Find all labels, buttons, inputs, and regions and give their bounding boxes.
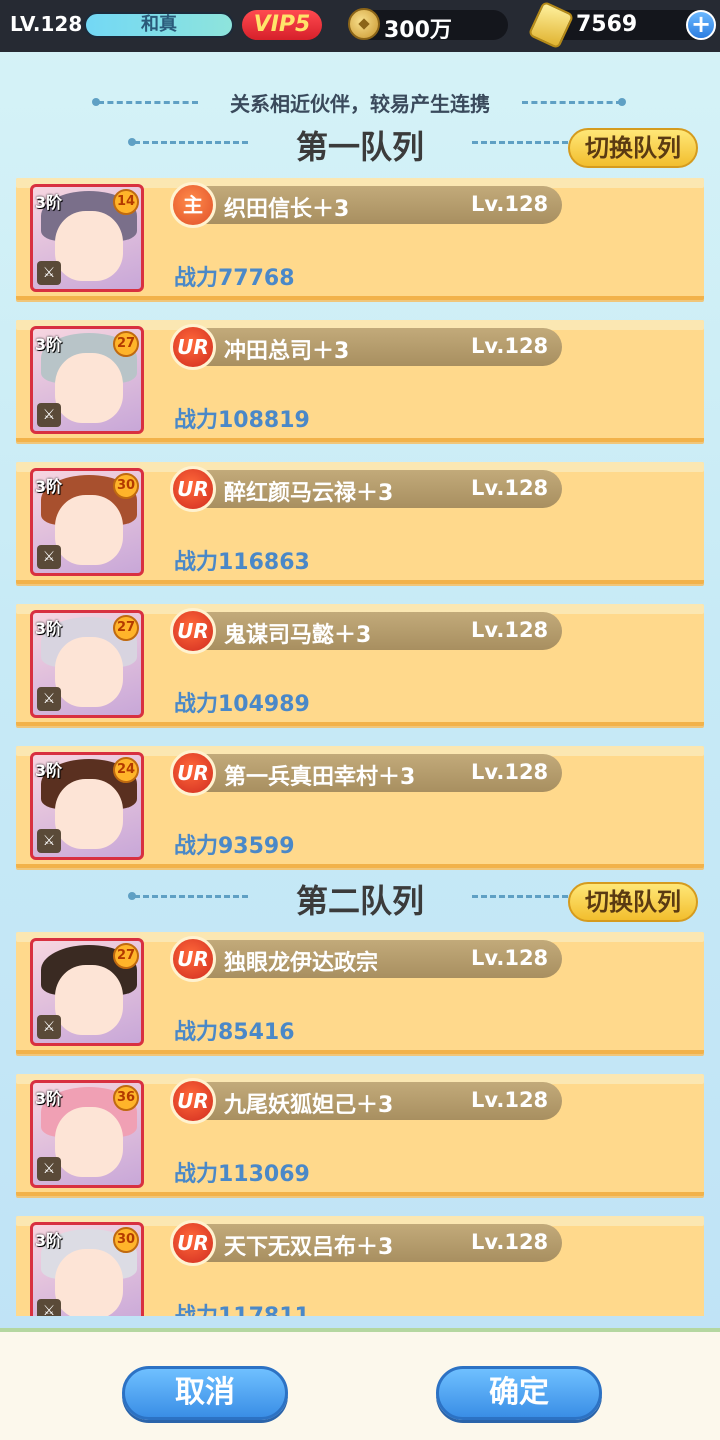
tier-badge: 3阶 xyxy=(35,335,63,354)
hero-card[interactable]: 3阶 36 ⚔ UR 九尾妖狐妲己＋3 Lv.128 战力113069 xyxy=(16,1074,704,1196)
hero-face xyxy=(55,211,123,281)
combat-power: 战力104989 xyxy=(174,692,310,717)
add-gold-button[interactable]: + xyxy=(686,10,716,40)
hero-name: 醉红颜马云禄＋3 xyxy=(224,481,394,506)
combat-power: 战力77768 xyxy=(174,266,295,291)
coin-icon xyxy=(348,8,380,40)
hero-portrait[interactable]: 3阶 27 ⚔ xyxy=(30,326,144,434)
hero-face xyxy=(55,495,123,565)
weapon-icon: ⚔ xyxy=(37,403,61,427)
top-status-bar: LV.128 和真 VIP5 300万 7569 + xyxy=(0,0,720,52)
hero-name: 织田信长＋3 xyxy=(224,197,350,222)
hero-portrait[interactable]: 3阶 27 ⚔ xyxy=(30,610,144,718)
confirm-button[interactable]: 确定 xyxy=(436,1366,602,1420)
star-level-badge: 27 xyxy=(113,615,139,641)
rank-badge: UR xyxy=(170,1220,216,1266)
weapon-icon: ⚔ xyxy=(37,261,61,285)
hero-portrait[interactable]: 3阶 14 ⚔ xyxy=(30,184,144,292)
star-level-badge: 27 xyxy=(113,943,139,969)
hero-level: Lv.128 xyxy=(471,946,549,970)
rank-badge: UR xyxy=(170,324,216,370)
switch-team2-button[interactable]: 切换队列 xyxy=(568,882,698,922)
star-level-badge: 30 xyxy=(113,473,139,499)
hero-card[interactable]: 3阶 27 ⚔ UR 冲田总司＋3 Lv.128 战力108819 xyxy=(16,320,704,442)
gold-ingot-icon xyxy=(527,0,575,50)
hero-card[interactable]: 3阶 30 ⚔ UR 天下无双吕布＋3 Lv.128 战力117811 xyxy=(16,1216,704,1316)
hero-card[interactable]: 3阶 30 ⚔ UR 醉红颜马云禄＋3 Lv.128 战力116863 xyxy=(16,462,704,584)
bottom-action-bar: 取消 确定 xyxy=(0,1328,720,1440)
combat-power: 战力116863 xyxy=(174,550,310,575)
star-level-badge: 24 xyxy=(113,757,139,783)
star-level-badge: 14 xyxy=(113,189,139,215)
coin-amount: 300万 xyxy=(384,18,452,43)
hero-card[interactable]: 3阶 27 ⚔ UR 鬼谋司马懿＋3 Lv.128 战力104989 xyxy=(16,604,704,726)
hero-face xyxy=(55,779,123,849)
combat-power: 战力85416 xyxy=(174,1020,295,1045)
weapon-icon: ⚔ xyxy=(37,829,61,853)
weapon-icon: ⚔ xyxy=(37,687,61,711)
rank-badge: UR xyxy=(170,466,216,512)
hero-level: Lv.128 xyxy=(471,760,549,784)
hero-card[interactable]: 3阶 24 ⚔ UR 第一兵真田幸村＋3 Lv.128 战力93599 xyxy=(16,746,704,868)
gold-amount: 7569 xyxy=(576,12,638,37)
rank-badge: UR xyxy=(170,1078,216,1124)
hero-level: Lv.128 xyxy=(471,192,549,216)
hero-name: 冲田总司＋3 xyxy=(224,339,350,364)
cancel-button[interactable]: 取消 xyxy=(122,1366,288,1420)
hero-face xyxy=(55,353,123,423)
hero-face xyxy=(55,637,123,707)
combat-power: 战力117811 xyxy=(174,1298,310,1316)
star-level-badge: 36 xyxy=(113,1085,139,1111)
rank-badge: 主 xyxy=(170,182,216,228)
weapon-icon: ⚔ xyxy=(37,1299,61,1316)
hero-name: 鬼谋司马懿＋3 xyxy=(224,623,372,648)
hero-name: 天下无双吕布＋3 xyxy=(224,1235,394,1260)
weapon-icon: ⚔ xyxy=(37,1157,61,1181)
player-name-bar[interactable]: 和真 xyxy=(84,12,234,38)
combat-power: 战力113069 xyxy=(174,1162,310,1187)
hero-name: 独眼龙伊达政宗 xyxy=(224,951,379,976)
hero-card[interactable]: 3阶 14 ⚔ 主织田信长＋3 Lv.128 战力77768 xyxy=(16,178,704,300)
combat-power: 战力108819 xyxy=(174,408,310,433)
player-level: LV.128 xyxy=(10,12,83,36)
hero-level: Lv.128 xyxy=(471,476,549,500)
tier-badge: 3阶 xyxy=(35,1089,63,1108)
hero-portrait[interactable]: 3阶 30 ⚔ xyxy=(30,468,144,576)
weapon-icon: ⚔ xyxy=(37,1015,61,1039)
rank-badge: UR xyxy=(170,750,216,796)
switch-team1-button[interactable]: 切换队列 xyxy=(568,128,698,168)
star-level-badge: 27 xyxy=(113,331,139,357)
hint-text: 关系相近伙伴，较易产生连携 xyxy=(230,92,490,116)
vip-badge[interactable]: VIP5 xyxy=(242,10,322,40)
star-level-badge: 30 xyxy=(113,1227,139,1253)
hero-name: 九尾妖狐妲己＋3 xyxy=(224,1093,394,1118)
hero-level: Lv.128 xyxy=(471,618,549,642)
hero-card[interactable]: 27 ⚔ UR 独眼龙伊达政宗 Lv.128 战力85416 xyxy=(16,932,704,1054)
tier-badge: 3阶 xyxy=(35,477,63,496)
hero-face xyxy=(55,1249,123,1316)
hero-face xyxy=(55,1107,123,1177)
hero-portrait[interactable]: 3阶 24 ⚔ xyxy=(30,752,144,860)
combat-power: 战力93599 xyxy=(174,834,295,859)
hero-portrait[interactable]: 27 ⚔ xyxy=(30,938,144,1046)
hero-level: Lv.128 xyxy=(471,1088,549,1112)
hero-level: Lv.128 xyxy=(471,334,549,358)
tier-badge: 3阶 xyxy=(35,1231,63,1250)
hero-portrait[interactable]: 3阶 30 ⚔ xyxy=(30,1222,144,1316)
hero-name: 第一兵真田幸村＋3 xyxy=(224,765,416,790)
hero-face xyxy=(55,965,123,1035)
tier-badge: 3阶 xyxy=(35,619,63,638)
team-list[interactable]: 关系相近伙伴，较易产生连携 第一队列 切换队列 3阶 14 ⚔ 主织田信长＋3 Lv.1… xyxy=(0,52,720,1316)
tier-badge: 3阶 xyxy=(35,193,63,212)
hero-portrait[interactable]: 3阶 36 ⚔ xyxy=(30,1080,144,1188)
rank-badge: UR xyxy=(170,608,216,654)
weapon-icon: ⚔ xyxy=(37,545,61,569)
hero-level: Lv.128 xyxy=(471,1230,549,1254)
tier-badge: 3阶 xyxy=(35,761,63,780)
rank-badge: UR xyxy=(170,936,216,982)
